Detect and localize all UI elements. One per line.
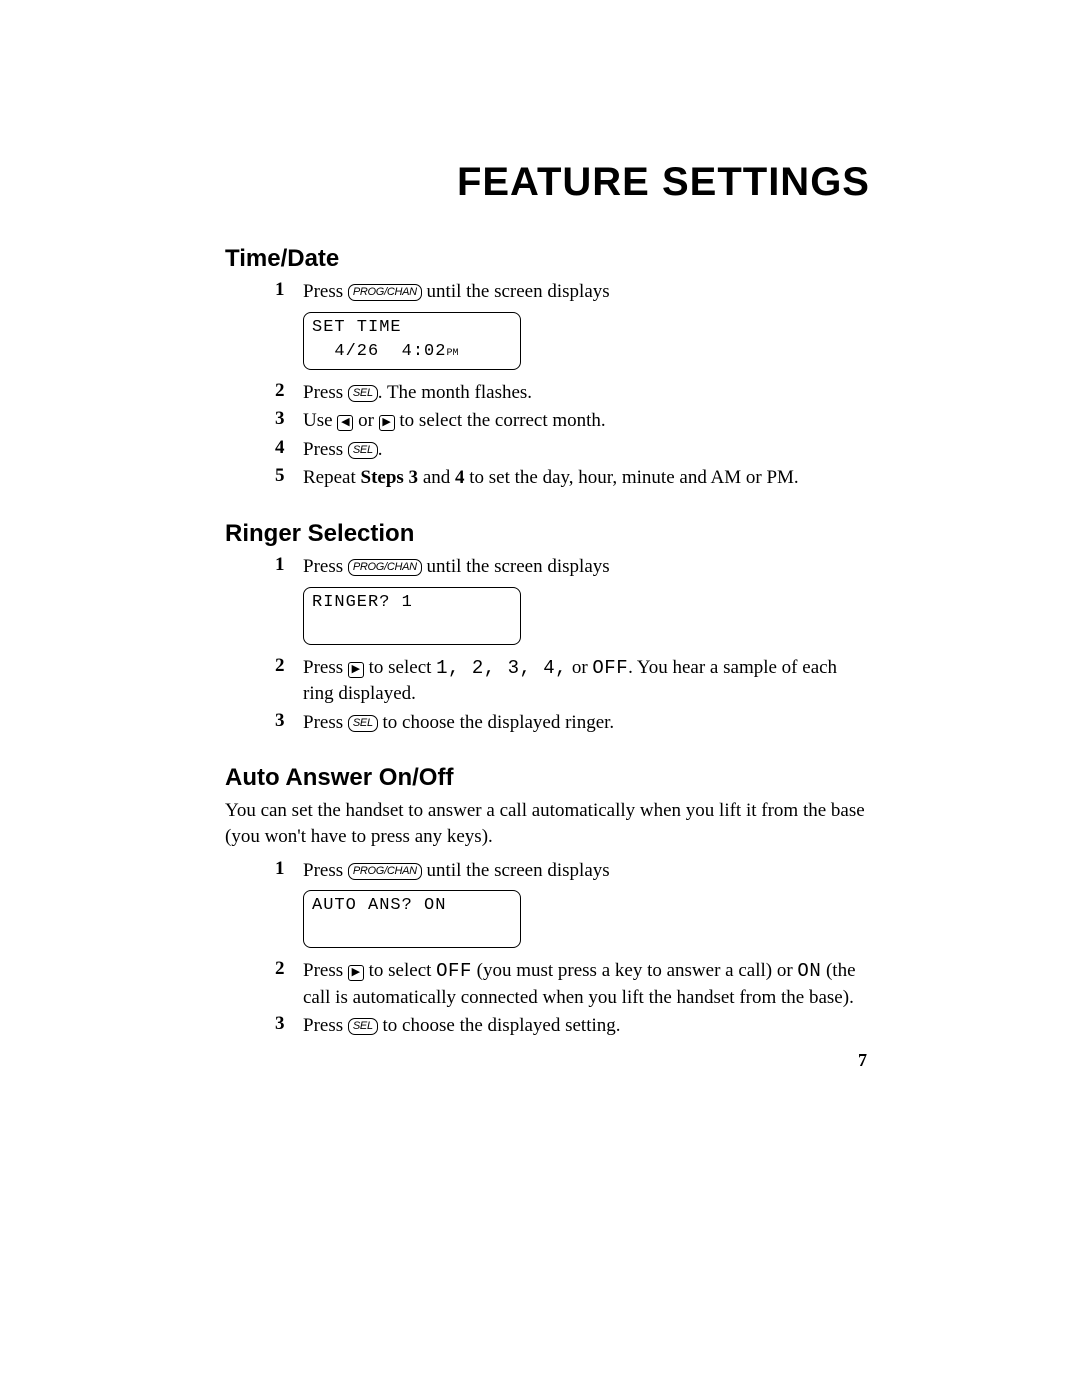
sel-key-icon: SEL bbox=[348, 1018, 378, 1035]
step-text: to select the correct month. bbox=[395, 410, 606, 431]
step-3: 3 Press SEL to choose the displayed sett… bbox=[275, 1013, 870, 1040]
sel-key-icon: SEL bbox=[348, 442, 378, 459]
lcd-line: SET TIME bbox=[312, 317, 512, 339]
step-2: 2 Press SEL. The month flashes. bbox=[275, 380, 870, 407]
lcd-display: AUTO ANS? ON bbox=[303, 890, 521, 948]
left-arrow-key-icon: ◀ bbox=[337, 415, 353, 431]
right-arrow-key-icon: ▶ bbox=[348, 662, 364, 678]
step-text: . bbox=[378, 439, 383, 460]
step-number: 2 bbox=[275, 380, 303, 402]
step-text: or bbox=[567, 657, 592, 678]
step-text: until the screen displays bbox=[422, 281, 610, 302]
steps-ringer: 1 Press PROG/CHAN until the screen displ… bbox=[275, 554, 870, 736]
step-number: 2 bbox=[275, 655, 303, 677]
step-number: 1 bbox=[275, 554, 303, 576]
steps-auto-answer: 1 Press PROG/CHAN until the screen displ… bbox=[275, 858, 870, 1040]
step-number: 1 bbox=[275, 279, 303, 301]
step-text: to select bbox=[364, 960, 436, 981]
lcd-ampm: PM bbox=[446, 348, 458, 359]
step-text: to set the day, hour, minute and AM or P… bbox=[465, 467, 799, 488]
step-text: Press bbox=[303, 556, 348, 577]
manual-page: FEATURE SETTINGS Time/Date 1 Press PROG/… bbox=[0, 0, 1080, 1040]
step-1: 1 Press PROG/CHAN until the screen displ… bbox=[275, 279, 870, 378]
step-text-bold: Steps 3 bbox=[361, 467, 419, 488]
heading-time-date: Time/Date bbox=[225, 245, 870, 273]
step-text: Press bbox=[303, 712, 348, 733]
sel-key-icon: SEL bbox=[348, 715, 378, 732]
progchan-key-icon: PROG/CHAN bbox=[348, 559, 422, 576]
page-title: FEATURE SETTINGS bbox=[225, 160, 870, 205]
right-arrow-key-icon: ▶ bbox=[379, 415, 395, 431]
step-text: Press bbox=[303, 281, 348, 302]
lcd-line: RINGER? 1 bbox=[312, 592, 512, 614]
lcd-inline-text: OFF bbox=[592, 657, 628, 679]
step-number: 3 bbox=[275, 408, 303, 430]
steps-time-date: 1 Press PROG/CHAN until the screen displ… bbox=[275, 279, 870, 492]
step-2: 2 Press ▶ to select 1, 2, 3, 4, or OFF. … bbox=[275, 655, 870, 708]
step-2: 2 Press ▶ to select OFF (you must press … bbox=[275, 958, 870, 1011]
lcd-inline-text: 1, 2, 3, 4, bbox=[436, 657, 567, 679]
step-text: Press bbox=[303, 657, 348, 678]
step-1: 1 Press PROG/CHAN until the screen displ… bbox=[275, 858, 870, 957]
lcd-line: 4/26 4:02PM bbox=[312, 341, 512, 363]
step-text: to choose the displayed ringer. bbox=[378, 712, 614, 733]
step-text-bold: 4 bbox=[455, 467, 465, 488]
lcd-display: RINGER? 1 bbox=[303, 587, 521, 645]
sel-key-icon: SEL bbox=[348, 385, 378, 402]
step-number: 3 bbox=[275, 710, 303, 732]
lcd-text: 4:02 bbox=[402, 342, 447, 361]
step-5: 5 Repeat Steps 3 and 4 to set the day, h… bbox=[275, 465, 870, 492]
page-number: 7 bbox=[858, 1050, 867, 1071]
step-number: 5 bbox=[275, 465, 303, 487]
step-number: 1 bbox=[275, 858, 303, 880]
progchan-key-icon: PROG/CHAN bbox=[348, 284, 422, 301]
section-intro: You can set the handset to answer a call… bbox=[225, 798, 870, 849]
lcd-line: AUTO ANS? ON bbox=[312, 895, 512, 917]
right-arrow-key-icon: ▶ bbox=[348, 965, 364, 981]
step-text: or bbox=[353, 410, 378, 431]
lcd-text: 4/26 bbox=[334, 342, 379, 361]
step-text: Press bbox=[303, 439, 348, 460]
step-text: . The month flashes. bbox=[378, 382, 532, 403]
lcd-inline-text: ON bbox=[797, 960, 821, 982]
lcd-inline-text: OFF bbox=[436, 960, 472, 982]
step-4: 4 Press SEL. bbox=[275, 437, 870, 464]
heading-auto-answer: Auto Answer On/Off bbox=[225, 764, 870, 792]
step-number: 4 bbox=[275, 437, 303, 459]
step-3: 3 Press SEL to choose the displayed ring… bbox=[275, 710, 870, 737]
progchan-key-icon: PROG/CHAN bbox=[348, 863, 422, 880]
step-text: (you must press a key to answer a call) … bbox=[472, 960, 798, 981]
step-text: Press bbox=[303, 960, 348, 981]
step-number: 3 bbox=[275, 1013, 303, 1035]
step-text: Press bbox=[303, 382, 348, 403]
step-1: 1 Press PROG/CHAN until the screen displ… bbox=[275, 554, 870, 653]
step-3: 3 Use ◀ or ▶ to select the correct month… bbox=[275, 408, 870, 435]
step-text: Use bbox=[303, 410, 337, 431]
step-number: 2 bbox=[275, 958, 303, 980]
step-text: to choose the displayed setting. bbox=[378, 1015, 621, 1036]
step-text: Press bbox=[303, 1015, 348, 1036]
heading-ringer-selection: Ringer Selection bbox=[225, 520, 870, 548]
step-text: until the screen displays bbox=[422, 556, 610, 577]
step-text: Press bbox=[303, 860, 348, 881]
step-text: to select bbox=[364, 657, 436, 678]
step-text: Repeat bbox=[303, 467, 361, 488]
step-text: until the screen displays bbox=[422, 860, 610, 881]
step-text: and bbox=[418, 467, 455, 488]
lcd-display: SET TIME 4/26 4:02PM bbox=[303, 312, 521, 370]
